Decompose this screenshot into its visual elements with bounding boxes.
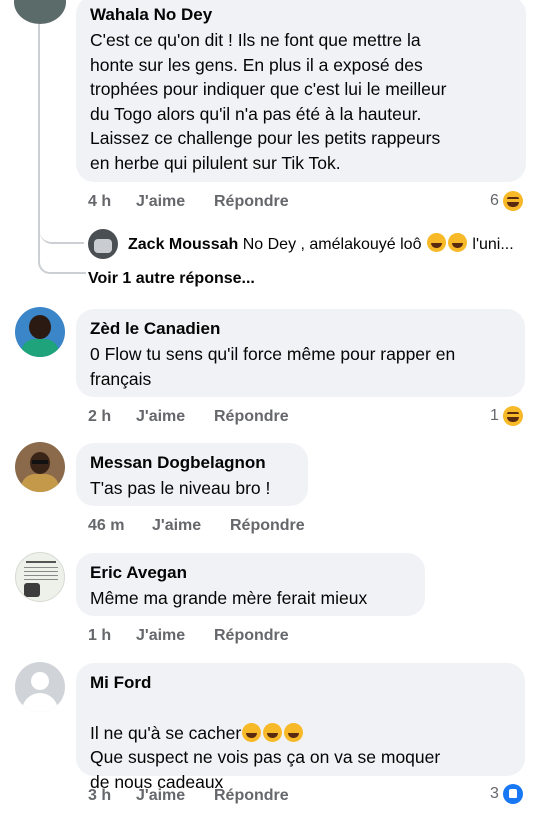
reaction-count[interactable]: 1 (490, 406, 523, 426)
comment-time[interactable]: 46 m (88, 517, 124, 534)
comment-author[interactable]: Wahala No Dey (90, 4, 512, 25)
comment-time[interactable]: 3 h (88, 787, 111, 804)
reply-button[interactable]: Répondre (214, 408, 289, 426)
comment-bubble: Messan Dogbelagnon T'as pas le niveau br… (76, 443, 308, 506)
reaction-count-number: 1 (490, 407, 499, 424)
comment-time[interactable]: 2 h (88, 408, 111, 425)
laughing-emoji-icon (426, 233, 446, 252)
haha-reaction-icon (502, 191, 523, 211)
reply-button[interactable]: Répondre (214, 787, 289, 805)
haha-reaction-icon (502, 406, 523, 426)
comment-actions: 2 h J'aime Répondre (88, 408, 289, 426)
like-button[interactable]: J'aime (136, 627, 185, 645)
comment-actions: 1 h J'aime Répondre (88, 627, 289, 645)
like-button[interactable]: J'aime (136, 787, 185, 805)
comment-author[interactable]: Messan Dogbelagnon (90, 452, 294, 473)
reaction-count[interactable]: 6 (490, 191, 523, 211)
reply-author[interactable]: Zack Moussah (128, 236, 238, 253)
crying-emoji-icon (263, 722, 283, 742)
comment-text: 0 Flow tu sens qu'il force même pour rap… (90, 344, 456, 389)
comment-actions: 46 m J'aime Répondre (88, 517, 305, 535)
comment-author[interactable]: Eric Avegan (90, 562, 411, 583)
like-reaction-icon (502, 784, 523, 804)
like-button[interactable]: J'aime (136, 193, 185, 211)
comment-actions: 4 h J'aime Répondre (88, 193, 289, 211)
comment-text: T'as pas le niveau bro ! (90, 478, 271, 498)
comment-text: C'est ce qu'on dit ! Ils ne font que met… (90, 30, 447, 173)
like-button[interactable]: J'aime (136, 408, 185, 426)
comment-text: Même ma grande mère ferait mieux (90, 588, 368, 608)
reply-preview[interactable]: Zack Moussah No Dey , amélakouyé loô l'u… (128, 233, 514, 254)
crying-emoji-icon (242, 722, 262, 742)
comment-bubble: Wahala No Dey C'est ce qu'on dit ! Ils n… (76, 0, 526, 182)
avatar[interactable] (15, 552, 65, 602)
comment-bubble: Mi Ford Il ne qu'à se cacher Que suspect… (76, 663, 525, 792)
reaction-count[interactable]: 3 (490, 784, 523, 804)
reaction-count-number: 3 (490, 785, 499, 802)
reply-text: No Dey , amélakouyé loô (242, 236, 422, 253)
comment-time[interactable]: 4 h (88, 193, 111, 210)
comment-author[interactable]: Mi Ford (90, 672, 511, 693)
avatar[interactable] (15, 307, 65, 357)
reply-text-suffix: l'uni... (472, 236, 514, 253)
tears-of-joy-emoji-icon (284, 722, 304, 742)
comment-time[interactable]: 1 h (88, 627, 111, 644)
reaction-count-number: 6 (490, 192, 499, 209)
rolling-laughing-emoji-icon (447, 233, 467, 252)
comment-text-line: Il ne qu'à se cacher (90, 722, 242, 743)
reply-button[interactable]: Répondre (230, 517, 305, 535)
avatar[interactable] (15, 442, 65, 492)
avatar[interactable] (14, 0, 66, 24)
reply-thread-branch (40, 214, 84, 244)
like-button[interactable]: J'aime (152, 517, 201, 535)
view-more-replies-link[interactable]: Voir 1 autre réponse... (88, 270, 255, 288)
avatar[interactable] (88, 229, 118, 259)
reply-button[interactable]: Répondre (214, 627, 289, 645)
default-avatar-icon[interactable] (15, 662, 65, 712)
comment-author[interactable]: Zèd le Canadien (90, 318, 511, 339)
comment-actions: 3 h J'aime Répondre (88, 787, 289, 805)
comment-bubble: Eric Avegan Même ma grande mère ferait m… (76, 553, 425, 616)
reply-button[interactable]: Répondre (214, 193, 289, 211)
comment-bubble: Zèd le Canadien 0 Flow tu sens qu'il for… (76, 309, 525, 397)
